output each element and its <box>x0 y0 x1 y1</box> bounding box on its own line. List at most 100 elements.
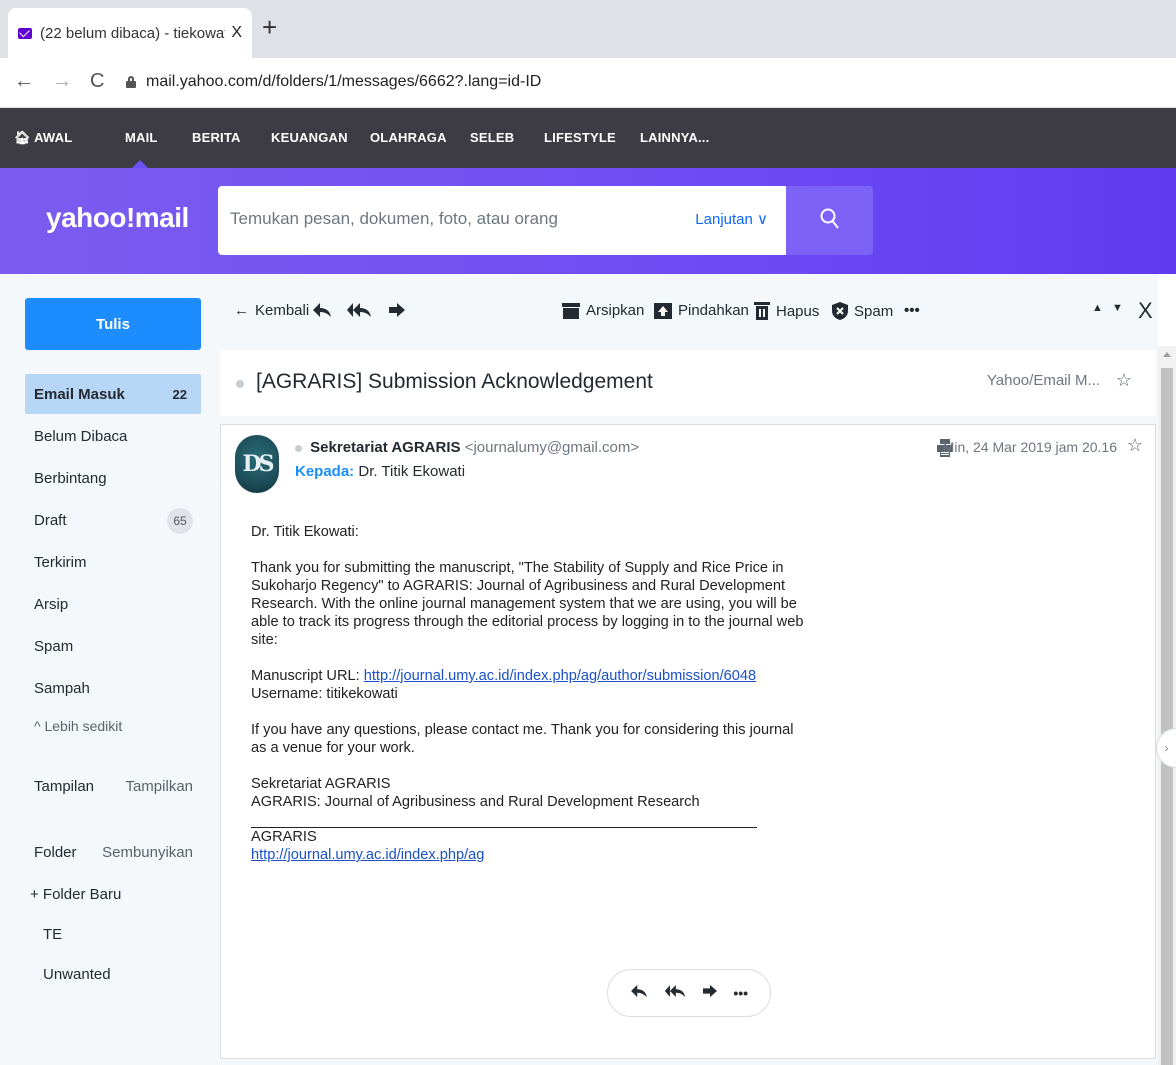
reply-all-icon[interactable] <box>346 302 372 318</box>
nav-mail[interactable]: MAIL <box>125 130 158 145</box>
back-arrow-icon: ← <box>234 302 249 319</box>
show-less-toggle[interactable]: ^ Lebih sedikit <box>25 706 201 746</box>
tab-close-icon[interactable]: X <box>231 24 242 42</box>
lock-icon <box>126 76 136 88</box>
sidebar-item-label: Sampah <box>34 679 90 697</box>
message-folder-label[interactable]: Yahoo/Email M... <box>987 372 1100 389</box>
archive-button[interactable]: Arsipkan <box>562 302 644 319</box>
nav-lifestyle[interactable]: LIFESTYLE <box>544 130 616 145</box>
search-placeholder: Temukan pesan, dokumen, foto, atau orang <box>230 209 558 228</box>
back-button[interactable]: ← Kembali <box>234 302 309 319</box>
folder-row: Folder Sembunyikan <box>25 844 201 861</box>
sidebar-item-label: Spam <box>34 637 74 655</box>
sidebar-item-sent[interactable]: Terkirim <box>25 542 201 582</box>
sidebar-item-starred[interactable]: Berbintang <box>25 458 201 498</box>
view-show-button[interactable]: Tampilkan <box>125 778 201 795</box>
nav-olahraga[interactable]: OLAHRAGA <box>370 130 447 145</box>
forward-arrow-icon[interactable]: → <box>52 71 72 91</box>
sidebar-item-trash[interactable]: Sampah <box>25 668 201 708</box>
sidebar-item-label: Belum Dibaca <box>34 427 128 445</box>
sidebar-item-drafts[interactable]: Draft 65 <box>25 500 201 540</box>
more-actions-button[interactable]: ••• <box>904 302 920 319</box>
url-field[interactable]: mail.yahoo.com/d/folders/1/messages/6662… <box>146 73 541 91</box>
mail-header: yahoo!mail Temukan pesan, dokumen, foto,… <box>0 168 1176 274</box>
search-icon <box>820 208 839 229</box>
home-icon: 🏠︎ <box>14 130 31 145</box>
move-folder-icon <box>654 302 672 319</box>
next-message-icon[interactable]: ▼ <box>1112 302 1123 314</box>
scroll-up-icon[interactable] <box>1163 352 1171 357</box>
back-arrow-icon[interactable]: ← <box>14 71 34 91</box>
view-label: Tampilan <box>34 778 95 795</box>
footer-name: AGRARIS <box>251 829 317 845</box>
reload-icon[interactable]: C <box>90 71 104 91</box>
delete-button[interactable]: Hapus <box>754 302 819 320</box>
sidebar-item-te[interactable]: TE <box>34 926 210 943</box>
sidebar-item-unread[interactable]: Belum Dibaca <box>25 416 201 456</box>
manuscript-info: Manuscript URL: http://journal.umy.ac.id… <box>251 668 757 702</box>
message-body: Dr. Titik Ekowati: Thank you for submitt… <box>251 523 811 864</box>
search-input[interactable]: Temukan pesan, dokumen, foto, atau orang… <box>218 186 786 255</box>
spam-button[interactable]: Spam <box>832 302 893 320</box>
read-status-dot[interactable] <box>236 380 244 388</box>
sidebar-item-archive[interactable]: Arsip <box>25 584 201 624</box>
forward-icon[interactable] <box>388 302 406 318</box>
sidebar-item-label: Draft <box>34 511 67 529</box>
message-card: DS Sekretariat AGRARIS <journalumy@gmail… <box>220 424 1156 1059</box>
quick-actions-bar: ••• <box>607 969 771 1017</box>
recipient-name[interactable]: Dr. Titik Ekowati <box>358 463 465 480</box>
body-paragraph: If you have any questions, please contac… <box>251 722 794 756</box>
nav-berita[interactable]: BERITA <box>192 130 241 145</box>
footer-link[interactable]: http://journal.umy.ac.id/index.php/ag <box>251 847 484 863</box>
search-button[interactable] <box>786 186 873 255</box>
star-icon[interactable]: ☆ <box>1127 435 1143 456</box>
sidebar-item-unwanted[interactable]: Unwanted <box>34 966 210 983</box>
manuscript-link[interactable]: http://journal.umy.ac.id/index.php/ag/au… <box>364 668 756 684</box>
sidebar-item-inbox[interactable]: Email Masuk 22 <box>25 374 201 414</box>
view-row: Tampilan Tampilkan <box>25 778 201 795</box>
browser-tab[interactable]: (22 belum dibaca) - tiekowati@yc X <box>8 8 252 58</box>
folder-label: Folder <box>34 844 77 861</box>
sidebar-item-spam[interactable]: Spam <box>25 626 201 666</box>
body-paragraph: Thank you for submitting the manuscript,… <box>251 560 804 648</box>
nav-keuangan[interactable]: KEUANGAN <box>271 130 348 145</box>
advanced-search-button[interactable]: Lanjutan ∨ <box>695 210 768 228</box>
reading-pane: ← Kembali Arsipkan Pindahkan Hapus Spam … <box>218 274 1158 1065</box>
yahoo-top-nav: 🏠︎ AWAL MAIL BERITA KEUANGAN OLAHRAGA SE… <box>0 108 1176 168</box>
yahoo-mail-logo[interactable]: yahoo!mail <box>46 202 189 234</box>
scrollbar-thumb[interactable] <box>1161 368 1173 1065</box>
compose-button[interactable]: Tulis <box>25 298 201 350</box>
signature: Sekretariat AGRARIS AGRARIS: Journal of … <box>251 776 700 810</box>
folder-hide-button[interactable]: Sembunyikan <box>102 844 201 861</box>
to-label: Kepada: <box>295 463 355 480</box>
star-icon[interactable]: ☆ <box>1116 370 1132 391</box>
active-nav-caret <box>132 160 148 168</box>
sidebar: Tulis Email Masuk 22 Belum Dibaca Berbin… <box>0 274 218 1065</box>
more-actions-button[interactable]: ••• <box>733 985 748 1001</box>
message-toolbar: ← Kembali Arsipkan Pindahkan Hapus Spam … <box>218 274 1158 344</box>
sender-line: Sekretariat AGRARIS <journalumy@gmail.co… <box>295 439 639 456</box>
new-folder-button[interactable]: + Folder Baru <box>30 886 206 903</box>
previous-message-icon[interactable]: ▲ <box>1092 302 1103 314</box>
subject-bar: [AGRARIS] Submission Acknowledgement Yah… <box>220 350 1156 416</box>
reply-all-icon[interactable] <box>664 984 686 1003</box>
message-date: Min, 24 Mar 2019 jam 20.16 <box>942 439 1117 455</box>
forward-icon[interactable] <box>702 984 718 1003</box>
scrollbar[interactable] <box>1158 346 1176 1065</box>
avatar: DS <box>235 435 279 493</box>
unread-count: 22 <box>172 386 187 402</box>
reply-icon[interactable] <box>630 984 648 1003</box>
username-line: Username: titikekowati <box>251 686 398 702</box>
sender-name[interactable]: Sekretariat AGRARIS <box>310 439 460 456</box>
new-tab-button[interactable]: + <box>262 14 277 40</box>
close-message-button[interactable]: X <box>1138 298 1153 324</box>
tab-title: (22 belum dibaca) - tiekowati@yc <box>40 24 225 42</box>
draft-count-badge: 65 <box>167 508 193 534</box>
recipient-line: Kepada: Dr. Titik Ekowati <box>295 463 465 480</box>
nav-home[interactable]: 🏠︎ AWAL <box>14 130 72 146</box>
nav-lainnya[interactable]: LAINNYA... <box>640 130 709 145</box>
reply-icon[interactable] <box>312 302 332 318</box>
nav-seleb[interactable]: SELEB <box>470 130 514 145</box>
move-button[interactable]: Pindahkan <box>654 302 749 319</box>
online-status-dot <box>295 444 302 452</box>
